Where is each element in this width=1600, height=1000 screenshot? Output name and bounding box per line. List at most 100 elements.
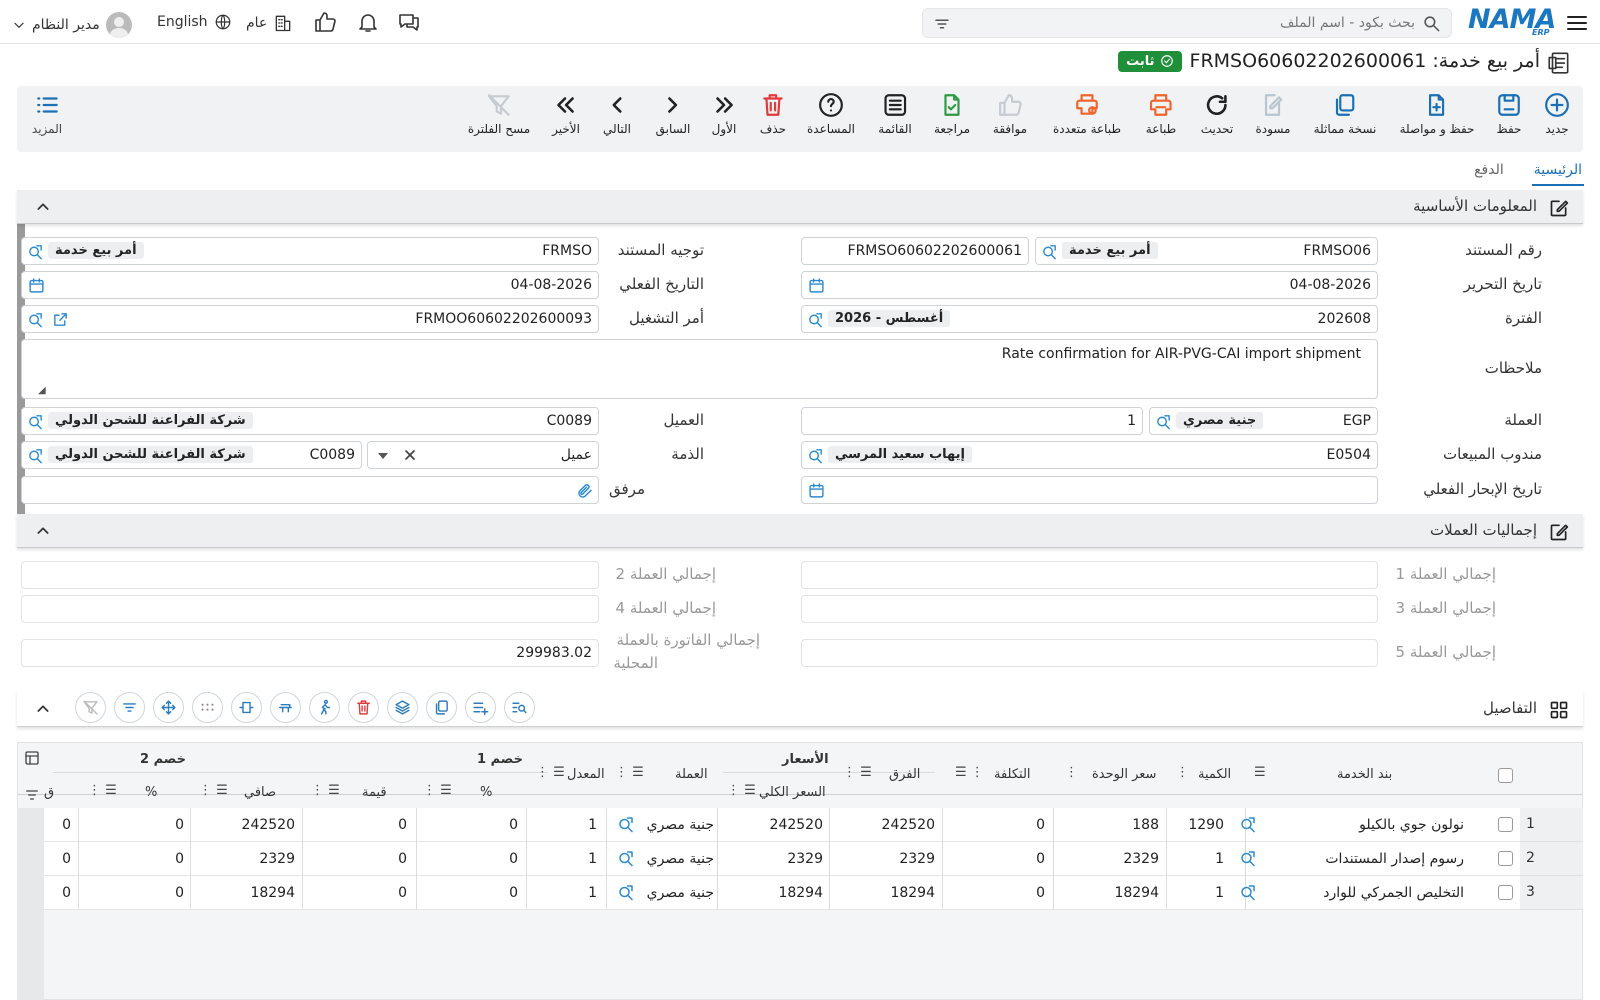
doc-number-series-field[interactable]: FRMSO06 أمر بيع خدمة [1035,237,1378,265]
search-refresh-icon[interactable] [27,243,44,260]
next-button[interactable]: التالي [603,92,631,136]
cell-net[interactable]: 242520 [242,817,295,833]
scope-selector[interactable]: عام [246,13,293,33]
notes-textarea[interactable]: Rate confirmation for AIR-PVG-CAI import… [21,339,1378,399]
col-total-price[interactable]: السعر الكلي [759,785,826,800]
attachment-field[interactable] [21,476,599,504]
filter-icon[interactable]: ⋮ ☰ [199,783,228,798]
cell-d1-pct[interactable]: 0 [509,817,518,833]
cell-d1-pct[interactable]: 0 [509,885,518,901]
cell-d1-value[interactable]: 0 [398,817,407,833]
delete-row-button[interactable] [348,692,379,723]
col-diff[interactable]: الفرق [889,767,920,782]
cell-qty[interactable]: 1 [1215,851,1224,867]
refresh-button[interactable]: تحديث [1201,92,1233,136]
bell-icon[interactable] [356,10,380,34]
cell-rate[interactable]: 1 [588,817,597,833]
duplicate-button[interactable]: نسخة مماثلة [1314,92,1376,136]
col-service-item[interactable]: بند الخدمة [1337,767,1392,782]
currency-search-icon[interactable] [617,849,635,867]
col-rate[interactable]: المعدل [567,767,605,782]
cell-qty[interactable]: 1290 [1188,817,1224,833]
more-button[interactable]: المزيد [32,92,62,136]
calendar-icon[interactable] [808,482,825,499]
currency-search-icon[interactable] [617,815,635,833]
run-button[interactable] [309,692,340,723]
fit-columns-button[interactable] [231,692,262,723]
more-vertical-icon[interactable]: ⋮ [1065,765,1078,780]
filter-icon[interactable] [933,15,951,33]
cell-unit-price[interactable]: 188 [1132,817,1159,833]
cell-d1-value[interactable]: 0 [398,851,407,867]
cell-d1-value[interactable]: 0 [398,885,407,901]
col-unit-price[interactable]: سعر الوحدة [1092,767,1156,782]
basic-info-header[interactable]: المعلومات الأساسية [17,190,1583,224]
calendar-icon[interactable] [28,277,45,294]
print-button[interactable]: طباعة [1146,92,1176,136]
cell-diff[interactable]: 242520 [882,817,935,833]
last-button[interactable]: الأخير [552,92,580,136]
col-net[interactable]: صافي [244,785,276,800]
currency-rate-field[interactable]: 1 [801,407,1143,435]
cell-service-item[interactable]: نولون جوي بالكيلو [1359,817,1464,833]
table-settings-button[interactable] [270,692,301,723]
item-search-icon[interactable] [1239,815,1257,833]
cell-diff[interactable]: 18294 [890,885,935,901]
cell-net[interactable]: 2329 [259,851,295,867]
cell-unit-price[interactable]: 2329 [1123,851,1159,867]
first-button[interactable]: الأول [711,92,737,136]
row-checkbox[interactable] [1498,885,1513,900]
filter-icon[interactable]: ⋮ ☰ [311,783,340,798]
user-menu[interactable]: مدير النظام [12,12,132,38]
search-refresh-icon[interactable] [807,311,824,328]
col-d1-pct[interactable]: % [480,785,492,800]
cell-cost[interactable]: 0 [1036,817,1045,833]
chat-icon[interactable] [397,10,421,34]
customer-field[interactable]: C0089 شركة الفراعنة للشحن الدولي [21,407,599,435]
row-checkbox[interactable] [1498,851,1513,866]
menu-icon[interactable] [1565,11,1589,35]
cell-total-price[interactable]: 242520 [770,817,823,833]
cell-net[interactable]: 18294 [250,885,295,901]
col-qty[interactable]: الكمية [1198,767,1231,782]
apps-button[interactable] [192,692,223,723]
search-refresh-icon[interactable] [807,447,824,464]
operation-field[interactable]: FRMOO60602202600093 [21,305,599,333]
copy-row-button[interactable] [426,692,457,723]
resize-handle-icon[interactable]: ◢ [38,385,46,396]
cell-d1-pct[interactable]: 0 [509,851,518,867]
cell-extra[interactable]: 0 [62,817,71,833]
external-link-icon[interactable] [52,311,69,328]
doc-number-value-field[interactable]: FRMSO60602202600061 [801,237,1029,265]
paperclip-icon[interactable] [576,482,593,499]
calendar-icon[interactable] [808,277,825,294]
tab-payment[interactable]: الدفع [1472,158,1506,186]
filter-icon[interactable]: ☰ [1254,765,1266,780]
account-type-select[interactable]: عميل [367,441,599,469]
salesman-field[interactable]: E0504 إيهاب سعيد المرسي [801,441,1378,469]
cell-rate[interactable]: 1 [588,885,597,901]
cell-d2-pct[interactable]: 0 [175,885,184,901]
issue-date-field[interactable]: 04-08-2026 [801,271,1378,299]
delete-button[interactable]: حذف [760,92,786,136]
currency-totals-header[interactable]: إجماليات العملات [17,514,1583,548]
filter-icon[interactable]: ⋮ ☰ [727,783,756,798]
filter-icon[interactable]: ⋮ ☰ [615,765,644,780]
cell-extra[interactable]: 0 [62,885,71,901]
col-cost[interactable]: التكلفة [994,767,1031,782]
tab-main[interactable]: الرئيسية [1531,158,1584,186]
table-options-icon[interactable] [24,750,40,766]
filter-icon[interactable]: ⋮ ☰ [536,765,565,780]
sailing-date-field[interactable] [801,476,1378,504]
cell-service-item[interactable]: رسوم إصدار المستندات [1325,851,1464,867]
cell-cost[interactable]: 0 [1036,885,1045,901]
cell-d2-pct[interactable]: 0 [175,817,184,833]
filter-icon[interactable]: ⋮ ☰ [88,783,117,798]
item-search-icon[interactable] [1239,849,1257,867]
thumbs-up-icon[interactable] [313,10,337,34]
previous-button[interactable]: السابق [656,92,690,136]
actual-date-field[interactable]: 04-08-2026 [21,271,599,299]
col-currency[interactable]: العملة [675,767,708,782]
period-field[interactable]: 202608 2026 - أغسطس [801,305,1378,333]
layers-button[interactable] [387,692,418,723]
